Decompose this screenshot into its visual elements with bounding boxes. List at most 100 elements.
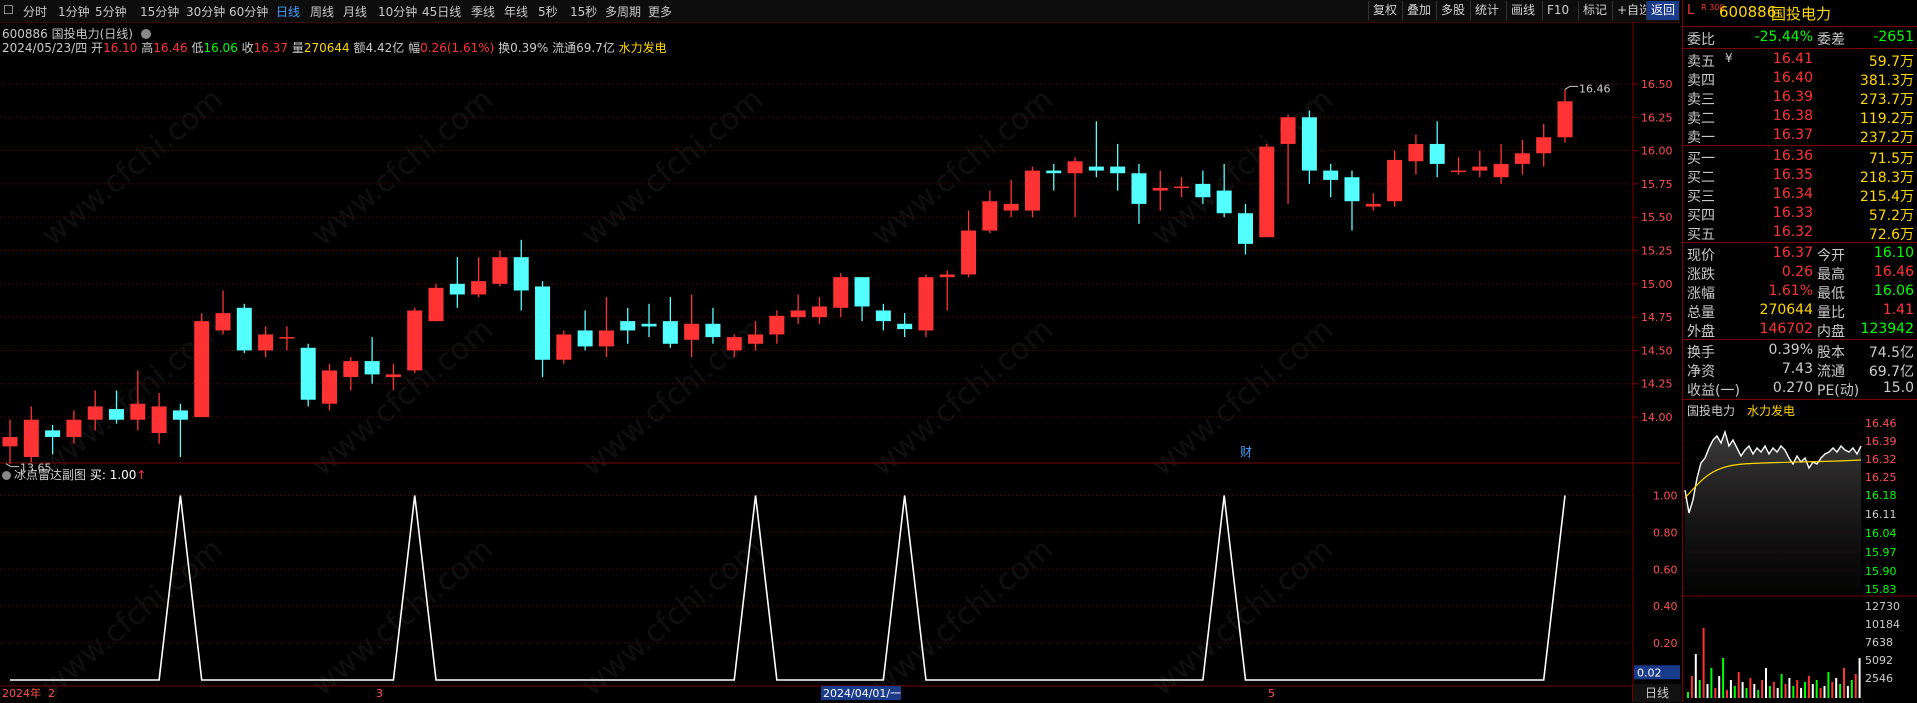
market-tag: L	[1687, 3, 1695, 18]
mini-volume-bar	[1702, 628, 1705, 698]
bid-price: 16.34	[1772, 186, 1813, 202]
mini-volume-bar	[1729, 680, 1732, 698]
stat-row: 总量 270644 量比 1.41	[1683, 302, 1917, 321]
mini-price-tick: 15.83	[1865, 583, 1897, 596]
toolbar-button-5[interactable]: F10	[1542, 1, 1573, 20]
mini-volume-bar	[1835, 678, 1838, 698]
mini-volume-bar	[1765, 668, 1767, 698]
period-tab-4[interactable]: 30分钟	[186, 3, 225, 20]
candle-body	[1301, 117, 1317, 171]
price-tick-label: 15.50	[1641, 211, 1673, 224]
mini-volume-bar	[1718, 676, 1721, 698]
toolbar-button-8[interactable]: 返回	[1646, 1, 1680, 20]
candle-body	[833, 277, 849, 308]
candle-body	[875, 310, 891, 322]
period-tab-11[interactable]: 季线	[471, 3, 495, 20]
bid-row: 买二 16.35 218.3万	[1683, 167, 1917, 186]
ask-volume: 119.2万	[1859, 111, 1914, 127]
stat-value: 16.37	[1772, 245, 1813, 261]
candle-body	[1195, 183, 1211, 198]
mini-volume-bar	[1776, 688, 1779, 698]
candle-body	[641, 323, 657, 327]
intraday-mini-chart[interactable]: 16.46 16.39 16.32 16.25 16.18 16.11 16.04 15.97…	[1683, 418, 1917, 700]
period-tab-9[interactable]: 10分钟	[378, 3, 417, 20]
ask-volume: 381.3万	[1859, 73, 1914, 89]
mini-volume-bar	[1694, 654, 1697, 698]
candle-body	[897, 323, 913, 330]
toolbar-button-6[interactable]: 标记	[1578, 1, 1611, 20]
toolbar-button-1[interactable]: 叠加	[1402, 1, 1435, 20]
mini-vol-tick: 7638	[1865, 636, 1893, 649]
period-tab-1[interactable]: 1分钟	[58, 3, 90, 20]
period-tab-0[interactable]: 分时	[23, 3, 47, 20]
ask-price: 16.40	[1772, 70, 1813, 86]
candle-body	[1323, 170, 1339, 180]
period-tab-8[interactable]: 月线	[343, 3, 367, 20]
mini-volume-bar	[1741, 682, 1744, 698]
mini-volume-bar	[1854, 674, 1857, 698]
period-tab-2[interactable]: 5分钟	[95, 3, 127, 20]
sub-tick-label: 0.20	[1653, 637, 1678, 650]
candle-body	[1216, 190, 1232, 214]
stock-name: 国投电力	[1771, 5, 1832, 23]
candle-body	[2, 437, 18, 447]
candle-body	[471, 281, 487, 295]
mini-price-tick: 16.39	[1865, 435, 1897, 448]
bid-price: 16.36	[1772, 148, 1813, 164]
bid-row: 买四 16.33 57.2万	[1683, 205, 1917, 224]
period-tab-10[interactable]: 45日线	[422, 3, 461, 20]
ask-volume: 237.2万	[1859, 130, 1914, 146]
bid-label: 买三	[1687, 189, 1715, 205]
candle-body	[407, 310, 423, 371]
candle-body	[598, 330, 614, 347]
candle-body	[343, 361, 359, 378]
bid-volume: 215.4万	[1859, 189, 1914, 205]
toolbar-button-2[interactable]: 多股	[1436, 1, 1469, 20]
mini-volume-bar	[1780, 674, 1783, 698]
stock-header: L R 300 600886 国投电力	[1683, 3, 1917, 25]
candle-body	[1174, 186, 1190, 189]
mini-volume-bar	[1690, 676, 1693, 698]
price-tick-label: 15.25	[1641, 245, 1673, 258]
period-indicator[interactable]: 日线	[1632, 684, 1681, 702]
period-tab-6[interactable]: 日线	[276, 3, 300, 20]
candle-body	[492, 257, 508, 284]
candle-body	[1088, 166, 1104, 171]
up-arrow-icon: ↑	[136, 468, 147, 482]
period-tab-14[interactable]: 15秒	[570, 3, 597, 20]
toolbar-button-0[interactable]: 复权	[1368, 1, 1401, 20]
period-tab-5[interactable]: 60分钟	[229, 3, 268, 20]
period-tab-15[interactable]: 多周期	[605, 3, 641, 20]
price-tick-label: 15.00	[1641, 278, 1673, 291]
ask-row: 卖五 16.41 59.7万 ¥	[1683, 51, 1917, 70]
candle-body	[1365, 203, 1381, 207]
period-tab-16[interactable]: 更多	[648, 3, 672, 20]
bid-price: 16.35	[1772, 167, 1813, 183]
mini-volume-bar	[1804, 682, 1806, 698]
subchart-toggle-icon[interactable]	[2, 471, 11, 480]
period-tab-3[interactable]: 15分钟	[140, 3, 179, 20]
stat2-value: 69.7亿	[1868, 364, 1914, 380]
period-tab-12[interactable]: 年线	[504, 3, 528, 20]
ask-volume: 273.7万	[1859, 92, 1914, 108]
candle-body	[215, 313, 231, 331]
toolbar-menu-icon[interactable]: ☐	[3, 3, 14, 17]
price-tick-label: 14.00	[1641, 411, 1673, 424]
bid-label: 买二	[1687, 170, 1715, 186]
period-tab-7[interactable]: 周线	[310, 3, 334, 20]
kline-chart[interactable]: 16.50 16.25 16.00 15.75 15.50 15.25 15.00 14.75…	[0, 22, 1680, 700]
stat-label: 今开	[1817, 248, 1845, 264]
toolbar-button-3[interactable]: 统计	[1470, 1, 1503, 20]
period-tab-13[interactable]: 5秒	[538, 3, 558, 20]
mini-volume-bar	[1772, 682, 1775, 698]
mini-volume-bar	[1710, 668, 1713, 698]
ask-label: 卖二	[1687, 111, 1715, 127]
bid-volume: 72.6万	[1868, 227, 1914, 243]
mini-volume-bar	[1858, 658, 1861, 698]
candle-body	[1046, 170, 1062, 174]
candle-body	[918, 277, 934, 331]
stat-row: 涨幅 1.61% 最低 16.06	[1683, 283, 1917, 302]
candle-body	[1429, 143, 1445, 164]
toolbar-button-4[interactable]: 画线	[1506, 1, 1539, 20]
ask-label: 卖一	[1687, 130, 1715, 146]
